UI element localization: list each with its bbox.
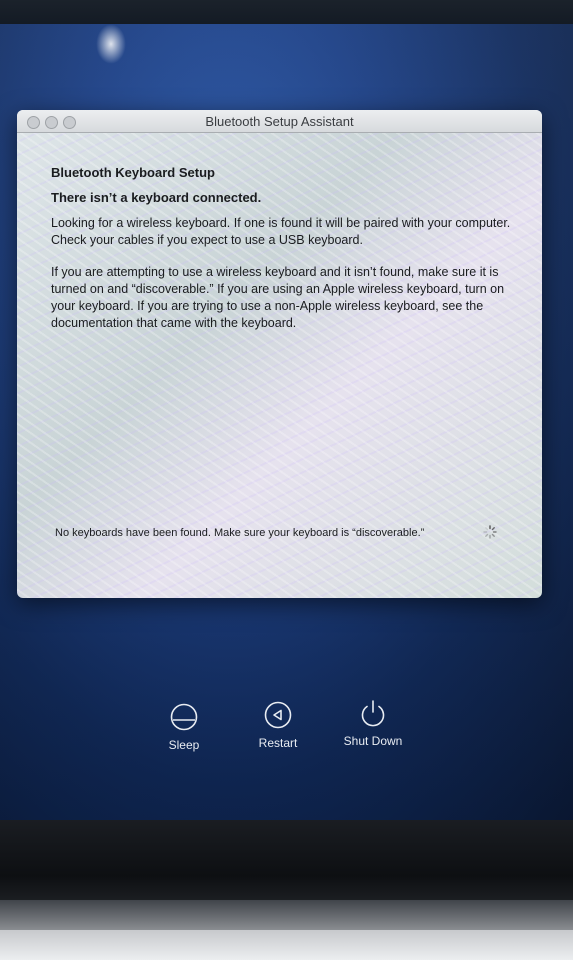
dialog-paragraph-2: If you are attempting to use a wireless … [51,265,505,330]
dialog-content: Bluetooth Keyboard Setup There isn’t a k… [51,165,511,347]
restart-button[interactable]: Restart [238,700,318,750]
sleep-icon [170,703,198,731]
sleep-button[interactable]: Sleep [144,702,224,752]
dialog-subheading: There isn’t a keyboard connected. [51,190,262,205]
window-titlebar: Bluetooth Setup Assistant [17,110,542,133]
restart-label: Restart [258,736,298,750]
casing-bottom [0,930,573,960]
dialog-heading: Bluetooth Keyboard Setup [51,165,215,180]
window-title: Bluetooth Setup Assistant [205,114,354,129]
search-status-text: No keyboards have been found. Make sure … [55,527,425,539]
shut-down-button[interactable]: Shut Down [333,698,413,748]
casing-edge [0,900,573,930]
dialog-paragraph-1: Looking for a wireless keyboard. If one … [51,216,511,247]
bluetooth-setup-window: Bluetooth Setup Assistant Bluetooth Keyb… [17,110,542,598]
restart-icon [264,701,292,729]
loading-spinner-icon [483,525,497,539]
power-icon [361,700,385,727]
screen-glare [96,24,126,64]
shut-down-label: Shut Down [343,734,403,748]
sleep-label: Sleep [168,738,200,752]
